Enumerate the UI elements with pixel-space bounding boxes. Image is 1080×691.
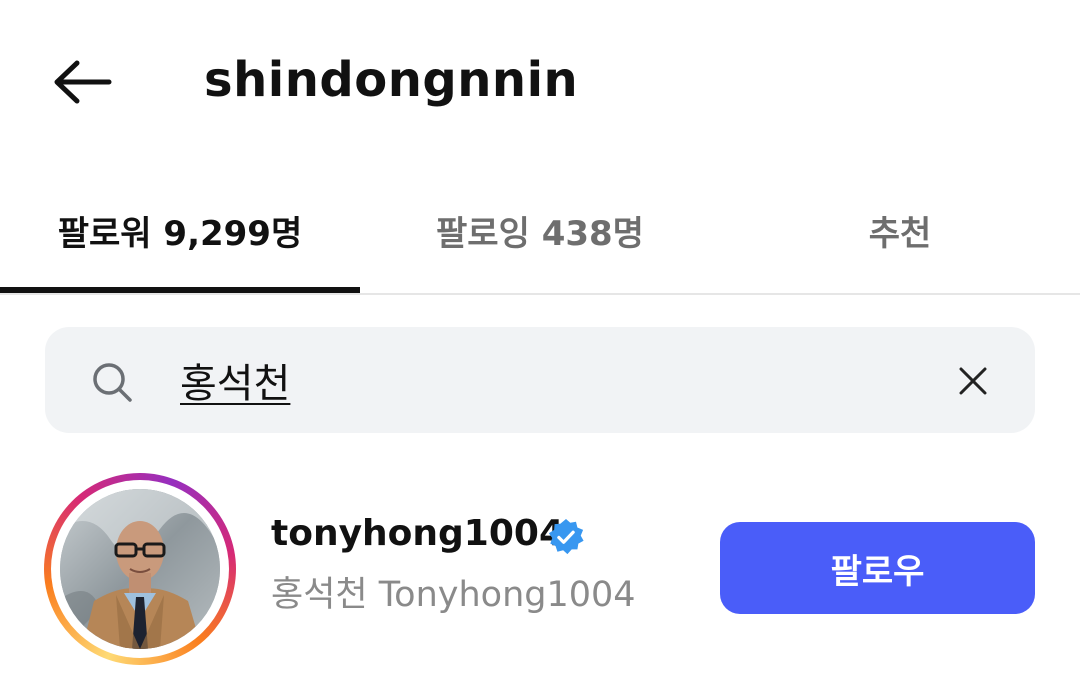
follow-button[interactable]: 팔로우 — [720, 522, 1035, 614]
tab-suggested[interactable]: 추천 — [720, 165, 1080, 295]
active-tab-indicator — [0, 287, 360, 293]
top-bar: shindongnnin — [0, 0, 1080, 165]
page-title: shindongnnin — [204, 52, 579, 108]
clear-search-button[interactable] — [950, 358, 996, 404]
tab-followers[interactable]: 팔로워 9,299명 — [0, 165, 360, 295]
search-icon — [93, 363, 132, 402]
tab-following[interactable]: 팔로잉 438명 — [360, 165, 720, 295]
story-ring[interactable] — [44, 473, 236, 665]
tab-bar: 팔로워 9,299명 팔로잉 438명 추천 — [0, 165, 1080, 295]
arrow-left-icon — [54, 60, 112, 104]
close-icon — [959, 367, 987, 395]
full-name: 홍석천 Tonyhong1004 — [271, 575, 636, 615]
avatar — [60, 489, 220, 649]
profile-photo — [60, 489, 220, 649]
verified-badge-icon — [548, 518, 584, 555]
username[interactable]: tonyhong1004 — [271, 513, 564, 554]
back-button[interactable] — [40, 50, 120, 114]
search-input[interactable] — [180, 345, 920, 415]
